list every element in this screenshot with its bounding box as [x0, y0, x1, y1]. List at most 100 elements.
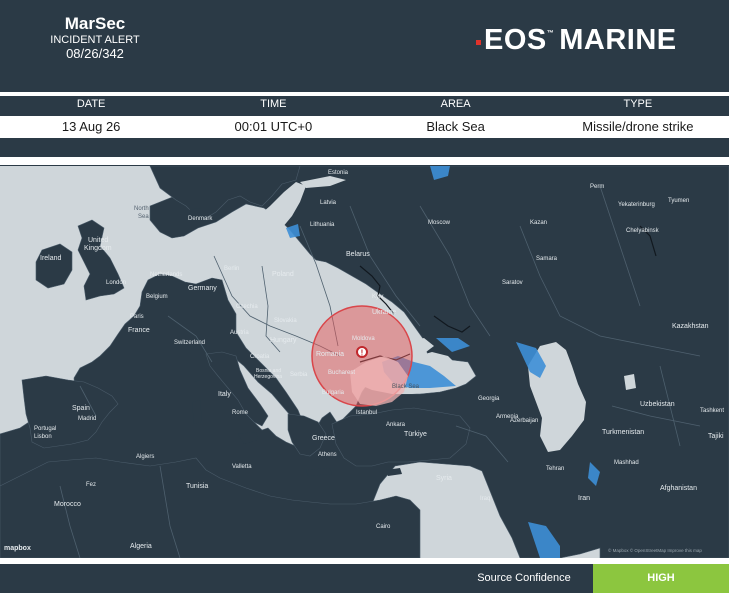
- label-madrid: Madrid: [78, 416, 96, 422]
- label-algiers: Algiers: [136, 454, 154, 460]
- alert-number: 08/26/342: [66, 46, 124, 61]
- label-fez: Fez: [86, 482, 96, 488]
- label-portugal: Portugal: [34, 426, 56, 432]
- label-tashkent: Tashkent: [700, 408, 724, 414]
- label-kazan: Kazan: [530, 220, 547, 226]
- map-svg: ! Estonia Latvia Lithuania Denmark North…: [0, 166, 729, 558]
- mapbox-logo[interactable]: mapbox: [4, 545, 31, 552]
- label-valletta: Valletta: [232, 464, 252, 470]
- label-cairo: Cairo: [376, 524, 391, 530]
- label-poland: Poland: [272, 271, 294, 278]
- label-chelyabinsk: Chelyabinsk: [626, 228, 660, 234]
- label-tyumen: Tyumen: [668, 198, 689, 204]
- label-azerbaijan: Azerbaijan: [510, 418, 538, 424]
- label-france: France: [128, 327, 150, 334]
- label-latvia: Latvia: [320, 200, 337, 206]
- label-herzegovina: Herzegovina: [254, 374, 282, 380]
- value-area: Black Sea: [426, 119, 485, 134]
- alert-id-block: MarSec INCIDENT ALERT 08/26/342: [40, 14, 150, 62]
- label-bulgaria: Bulgaria: [322, 390, 345, 396]
- incident-columns: DATE TIME AREA TYPE: [0, 96, 729, 113]
- label-serbia: Serbia: [290, 372, 308, 378]
- label-tajik: Tajiki: [708, 433, 724, 440]
- label-lisbon: Lisbon: [34, 434, 52, 440]
- label-black-sea: Black Sea: [392, 384, 420, 390]
- alert-title: MarSec: [64, 14, 126, 33]
- label-switzerland: Switzerland: [174, 340, 205, 346]
- source-confidence-label: Source Confidence: [477, 572, 571, 584]
- label-mashhad: Mashhad: [614, 460, 639, 466]
- label-athens: Athens: [318, 452, 337, 458]
- value-type: Missile/drone strike: [582, 119, 694, 134]
- label-istanbul: Istanbul: [356, 410, 377, 416]
- anatolia-landmass: [331, 407, 471, 467]
- label-slovakia: Slovakia: [274, 318, 297, 324]
- label-saratov: Saratov: [502, 280, 523, 286]
- label-estonia: Estonia: [328, 170, 349, 176]
- label-czechia: Czechia: [236, 304, 258, 310]
- aral-sea: [624, 374, 636, 390]
- label-algeria: Algeria: [130, 543, 152, 550]
- label-belgium: Belgium: [146, 294, 168, 300]
- label-spain: Spain: [72, 405, 90, 412]
- label-romania: Romania: [316, 351, 344, 358]
- label-samara: Samara: [536, 256, 558, 262]
- label-united-kingdom-2: Kingdom: [84, 245, 112, 252]
- label-greece: Greece: [312, 435, 335, 442]
- label-ireland: Ireland: [40, 255, 62, 262]
- logo-trademark-icon: ™: [546, 29, 555, 37]
- label-morocco: Morocco: [54, 501, 81, 508]
- label-ukraine: Ukraine: [372, 309, 396, 316]
- label-north-sea: North: [134, 206, 149, 212]
- source-confidence-value: HIGH: [593, 564, 729, 593]
- label-tehran: Tehran: [546, 466, 564, 472]
- value-time: 00:01 UTC+0: [234, 119, 313, 134]
- label-bucharest: Bucharest: [328, 370, 355, 376]
- label-united-kingdom: United: [88, 237, 108, 244]
- label-turkiye: Türkiye: [404, 431, 427, 438]
- label-rome: Rome: [232, 410, 249, 416]
- label-tunisia: Tunisia: [186, 483, 208, 490]
- label-turkmenistan: Turkmenistan: [602, 429, 644, 436]
- alert-header: MarSec INCIDENT ALERT 08/26/342 EOS ™ MA…: [0, 0, 729, 92]
- value-date: 13 Aug 26: [61, 119, 121, 134]
- alert-subtitle: INCIDENT ALERT: [50, 34, 140, 46]
- label-croatia: Croatia: [250, 354, 270, 360]
- logo-text-eos: EOS: [484, 23, 547, 56]
- label-georgia: Georgia: [478, 396, 500, 402]
- logo-red-dot-icon: [476, 39, 481, 45]
- label-moldova: Moldova: [352, 336, 375, 342]
- label-italy: Italy: [218, 391, 231, 398]
- label-lithuania: Lithuania: [310, 222, 335, 228]
- incident-map[interactable]: ! Estonia Latvia Lithuania Denmark North…: [0, 166, 729, 558]
- label-kyiv: Kyiv: [372, 294, 383, 300]
- label-afghanistan: Afghanistan: [660, 485, 697, 492]
- label-london: London: [106, 280, 126, 286]
- logo-text-marine: MARINE: [559, 23, 677, 56]
- label-denmark: Denmark: [188, 216, 213, 222]
- label-berlin: Berlin: [224, 266, 239, 272]
- label-syria: Syria: [436, 475, 452, 482]
- label-uzbekistan: Uzbekistan: [640, 401, 675, 408]
- label-iraq: Iraq: [480, 496, 490, 502]
- column-date: DATE: [76, 98, 106, 110]
- label-paris: Paris: [130, 314, 144, 320]
- label-netherlands: Netherlands: [150, 272, 182, 278]
- column-area: AREA: [440, 98, 471, 110]
- label-belarus: Belarus: [346, 251, 370, 258]
- column-type: TYPE: [623, 98, 653, 110]
- label-ankara: Ankara: [386, 422, 406, 428]
- map-attribution[interactable]: © Mapbox © OpenStreetMap Improve this ma…: [608, 547, 702, 553]
- label-germany: Germany: [188, 285, 217, 292]
- label-perm: Perm: [590, 184, 604, 190]
- source-confidence-bar: Source Confidence HIGH: [0, 564, 729, 593]
- label-yekaterinburg: Yekaterinburg: [618, 202, 655, 208]
- column-time: TIME: [260, 98, 287, 110]
- label-moscow: Moscow: [428, 220, 451, 226]
- label-austria: Austria: [230, 330, 249, 336]
- incident-marker-glyph: !: [361, 349, 364, 358]
- label-iran: Iran: [578, 495, 590, 502]
- eos-marine-logo: EOS ™ MARINE: [476, 24, 677, 56]
- incident-values: 13 Aug 26 00:01 UTC+0 Black Sea Missile/…: [0, 116, 729, 138]
- label-north-sea-2: Sea: [138, 214, 149, 220]
